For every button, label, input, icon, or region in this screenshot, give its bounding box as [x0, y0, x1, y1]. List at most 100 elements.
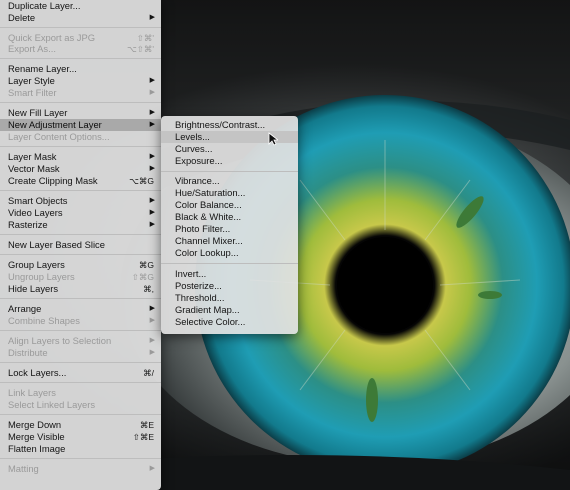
menu-item-label: Distribute — [8, 347, 48, 358]
menu-item-label: Flatten Image — [8, 443, 66, 454]
menu-item-label: Threshold... — [175, 292, 225, 303]
menu-separator — [0, 382, 161, 383]
submenu-arrow-icon: ▶ — [149, 197, 155, 204]
submenu-item-channel-mixer[interactable]: Channel Mixer... — [161, 235, 298, 247]
menu-separator — [0, 234, 161, 235]
submenu-item-brightness-contrast[interactable]: Brightness/Contrast... — [161, 119, 298, 131]
menu-item-rename-layer[interactable]: Rename Layer... — [0, 63, 161, 75]
submenu-item-selective-color[interactable]: Selective Color... — [161, 316, 298, 328]
menu-item-merge-down[interactable]: Merge Down ⌘E — [0, 419, 161, 431]
menu-separator — [0, 146, 161, 147]
menu-separator — [0, 298, 161, 299]
submenu-arrow-icon: ▶ — [149, 317, 155, 324]
menu-item-label: Layer Mask — [8, 151, 57, 162]
menu-item-layer-mask[interactable]: Layer Mask ▶ — [0, 151, 161, 163]
menu-item-label: New Adjustment Layer — [8, 119, 102, 130]
menu-item-label: Arrange — [8, 303, 42, 314]
menu-item-label: Matting — [8, 463, 39, 474]
submenu-item-vibrance[interactable]: Vibrance... — [161, 175, 298, 187]
menu-separator — [0, 58, 161, 59]
menu-item-label: Ungroup Layers — [8, 271, 75, 282]
menu-separator — [0, 254, 161, 255]
menu-item-align-layers-to-selection: Align Layers to Selection ▶ — [0, 335, 161, 347]
menu-item-label: New Layer Based Slice — [8, 239, 105, 250]
menu-item-label: Channel Mixer... — [175, 235, 243, 246]
menu-item-new-adjustment-layer[interactable]: New Adjustment Layer ▶ — [0, 119, 161, 131]
menu-item-new-layer-based-slice[interactable]: New Layer Based Slice — [0, 239, 161, 251]
submenu-item-black-white[interactable]: Black & White... — [161, 211, 298, 223]
menu-separator — [161, 171, 298, 172]
menu-shortcut: ⌘/ — [143, 368, 154, 378]
menu-item-label: Brightness/Contrast... — [175, 119, 266, 130]
submenu-item-exposure[interactable]: Exposure... — [161, 155, 298, 167]
menu-item-smart-objects[interactable]: Smart Objects ▶ — [0, 195, 161, 207]
menu-item-label: Rename Layer... — [8, 63, 77, 74]
submenu-arrow-icon: ▶ — [149, 209, 155, 216]
menu-item-group-layers[interactable]: Group Layers ⌘G — [0, 259, 161, 271]
menu-item-label: Select Linked Layers — [8, 399, 96, 410]
menu-separator — [0, 330, 161, 331]
menu-separator — [0, 362, 161, 363]
submenu-arrow-icon: ▶ — [149, 77, 155, 84]
submenu-arrow-icon: ▶ — [149, 165, 155, 172]
menu-shortcut: ⌥⇧⌘' — [126, 44, 154, 54]
menu-item-label: Hide Layers — [8, 283, 59, 294]
submenu-arrow-icon: ▶ — [149, 465, 155, 472]
menu-item-label: Photo Filter... — [175, 223, 231, 234]
menu-item-layer-style[interactable]: Layer Style ▶ — [0, 75, 161, 87]
menu-item-label: Color Balance... — [175, 199, 242, 210]
menu-item-layer-content-options: Layer Content Options... — [0, 131, 161, 143]
menu-item-label: Smart Objects — [8, 195, 68, 206]
menu-item-label: Smart Filter — [8, 87, 57, 98]
menu-item-video-layers[interactable]: Video Layers ▶ — [0, 207, 161, 219]
menu-item-label: Lock Layers... — [8, 367, 67, 378]
menu-item-rasterize[interactable]: Rasterize ▶ — [0, 219, 161, 231]
menu-item-label: Vector Mask — [8, 163, 60, 174]
menu-item-vector-mask[interactable]: Vector Mask ▶ — [0, 163, 161, 175]
menu-item-label: Vibrance... — [175, 175, 220, 186]
menu-item-label: Levels... — [175, 131, 210, 142]
menu-shortcut: ⌘G — [138, 260, 154, 270]
menu-separator — [0, 458, 161, 459]
menu-item-arrange[interactable]: Arrange ▶ — [0, 303, 161, 315]
menu-item-merge-visible[interactable]: Merge Visible ⇧⌘E — [0, 431, 161, 443]
submenu-item-color-lookup[interactable]: Color Lookup... — [161, 247, 298, 259]
menu-item-ungroup-layers: Ungroup Layers ⇧⌘G — [0, 271, 161, 283]
menu-item-delete[interactable]: Delete ▶ — [0, 12, 161, 24]
menu-item-label: Align Layers to Selection — [8, 335, 112, 346]
menu-item-label: Delete — [8, 12, 36, 23]
submenu-item-color-balance[interactable]: Color Balance... — [161, 199, 298, 211]
menu-item-link-layers: Link Layers — [0, 387, 161, 399]
menu-separator — [0, 27, 161, 28]
submenu-arrow-icon: ▶ — [149, 89, 155, 96]
submenu-arrow-icon: ▶ — [149, 109, 155, 116]
submenu-item-photo-filter[interactable]: Photo Filter... — [161, 223, 298, 235]
menu-item-duplicate-layer[interactable]: Duplicate Layer... — [0, 0, 161, 12]
menu-item-label: Layer Content Options... — [8, 131, 110, 142]
menu-item-label: Black & White... — [175, 211, 242, 222]
submenu-item-gradient-map[interactable]: Gradient Map... — [161, 304, 298, 316]
menu-item-flatten-image[interactable]: Flatten Image — [0, 443, 161, 455]
submenu-item-posterize[interactable]: Posterize... — [161, 280, 298, 292]
menu-item-select-linked-layers: Select Linked Layers — [0, 399, 161, 411]
menu-item-label: Curves... — [175, 143, 213, 154]
submenu-arrow-icon: ▶ — [149, 305, 155, 312]
new-adjustment-layer-submenu: Brightness/Contrast... Levels... Curves...… — [161, 116, 298, 334]
menu-shortcut: ⇧⌘E — [132, 432, 154, 442]
submenu-arrow-icon: ▶ — [149, 121, 155, 128]
menu-item-matting: Matting ▶ — [0, 463, 161, 475]
submenu-item-hue-saturation[interactable]: Hue/Saturation... — [161, 187, 298, 199]
submenu-arrow-icon: ▶ — [149, 153, 155, 160]
menu-item-label: Merge Down — [8, 419, 62, 430]
submenu-item-invert[interactable]: Invert... — [161, 268, 298, 280]
menu-item-create-clipping-mask[interactable]: Create Clipping Mask ⌥⌘G — [0, 175, 161, 187]
menu-item-label: Color Lookup... — [175, 247, 239, 258]
menu-item-export-as: Export As... ⌥⇧⌘' — [0, 43, 161, 55]
menu-item-label: Combine Shapes — [8, 315, 80, 326]
submenu-item-threshold[interactable]: Threshold... — [161, 292, 298, 304]
menu-item-combine-shapes: Combine Shapes ▶ — [0, 315, 161, 327]
menu-item-new-fill-layer[interactable]: New Fill Layer ▶ — [0, 107, 161, 119]
menu-item-hide-layers[interactable]: Hide Layers ⌘, — [0, 283, 161, 295]
menu-item-lock-layers[interactable]: Lock Layers... ⌘/ — [0, 367, 161, 379]
menu-item-label: Link Layers — [8, 387, 56, 398]
